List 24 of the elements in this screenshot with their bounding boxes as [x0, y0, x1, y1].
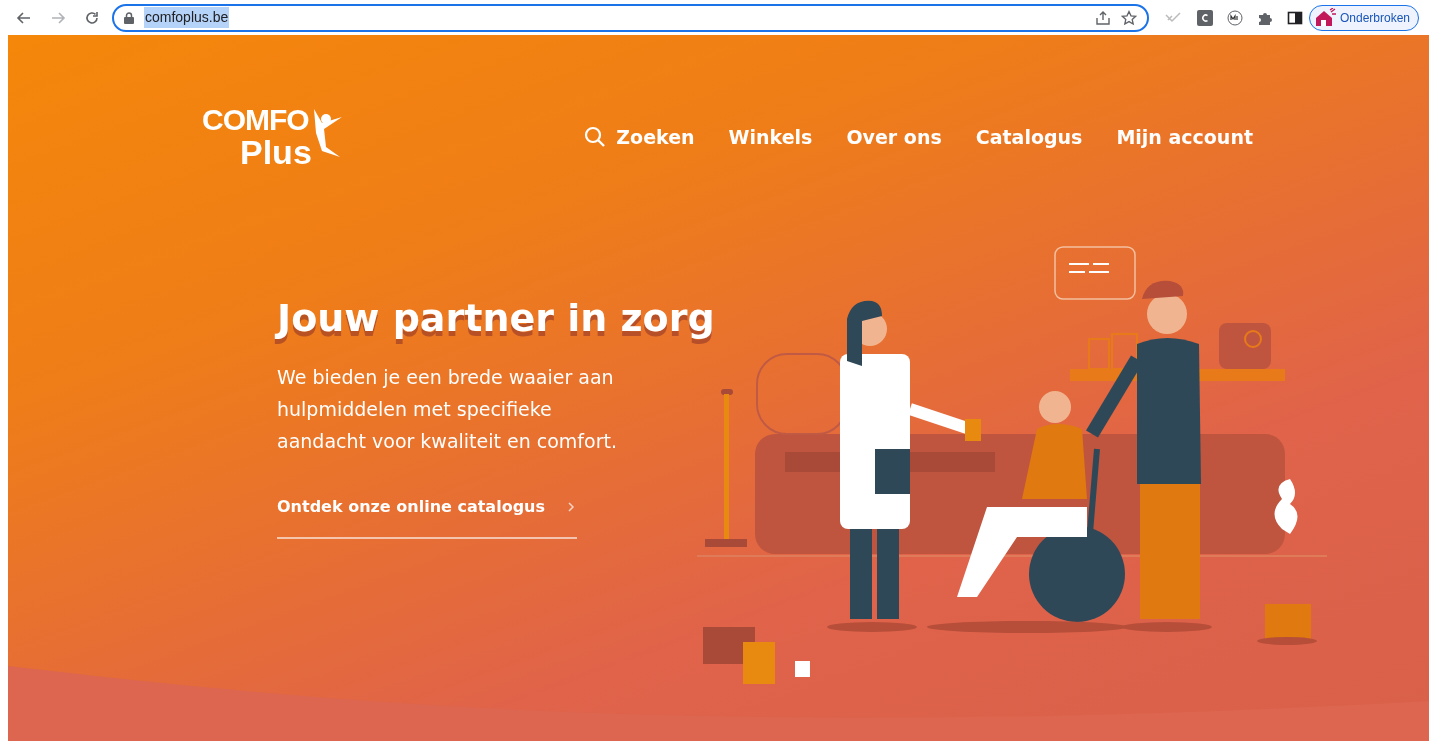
extension-icon[interactable]: [1196, 9, 1213, 26]
star-icon[interactable]: [1120, 9, 1137, 26]
arrow-left-icon: [16, 9, 32, 26]
arrow-right-icon: [50, 9, 66, 26]
nav-link[interactable]: Catalogus: [975, 122, 1083, 152]
profile-button[interactable]: Onderbroken: [1308, 4, 1419, 31]
nav-link[interactable]: Over ons: [846, 122, 942, 152]
url-text: comfoplus.be: [144, 7, 230, 28]
house-icon: [1313, 7, 1336, 28]
reload-icon: [84, 9, 100, 26]
nav-link[interactable]: Winkels: [728, 122, 813, 152]
hero-title: Jouw partner in zorg: [277, 295, 716, 342]
search-link[interactable]: Zoeken: [584, 122, 695, 152]
hero-text: We bieden je een brede waaier aan hulpmiddelen met specifieke aandacht voor kwaliteit en comfort.: [277, 365, 618, 455]
search-icon: [584, 126, 607, 148]
address-bar[interactable]: comfoplus.be: [112, 3, 1149, 32]
chevron-icon: [567, 501, 575, 514]
catalog-link[interactable]: Ontdek onze online catalogus: [277, 495, 577, 540]
nav-link[interactable]: Mijn account: [1116, 122, 1253, 152]
extension-icon[interactable]: [1226, 9, 1243, 26]
share-icon[interactable]: [1094, 9, 1111, 26]
side-panel-icon[interactable]: [1286, 9, 1303, 26]
comfoplus-logo[interactable]: COMFO Plus: [202, 105, 352, 169]
lock-icon: [124, 11, 134, 24]
